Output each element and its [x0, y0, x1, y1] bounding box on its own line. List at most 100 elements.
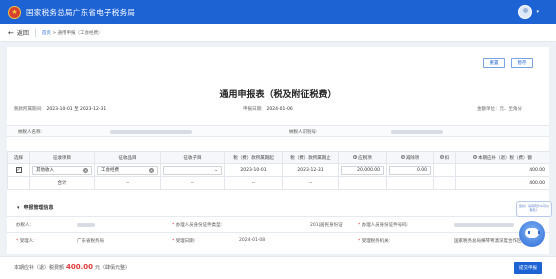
- section-header[interactable]: ▾ 申报管理信息: [7, 204, 549, 211]
- header-sub-item: 征收子目: [160, 151, 225, 164]
- handler-id-no-label: * 办理人员身份证件号码:: [358, 223, 409, 228]
- payable-summary-prefix: 本期应补（退）税费额: [14, 265, 65, 271]
- breadcrumb-current: 通用申报（工会经费）: [57, 30, 103, 36]
- top-bar: ★ 国家税务总局广东省电子税务局 ▾: [0, 0, 556, 24]
- taxpayer-id-label: 纳税人识别号:: [289, 130, 318, 135]
- chevron-down-icon: ⌄: [214, 167, 218, 173]
- taxpayer-info-row: 纳税人名称: 纳税人识别号:: [7, 125, 549, 137]
- user-avatar-icon[interactable]: [518, 5, 532, 19]
- receive-date-label-text: 受理日期:: [175, 239, 196, 244]
- declaration-date: 申报日期: 2024-01-06: [243, 106, 293, 112]
- header-category: 征收品目: [94, 151, 161, 164]
- handler-id-no-label-text: 办理人员身份证件号码:: [361, 223, 409, 228]
- receive-date-label: * 受理日期:: [172, 239, 196, 244]
- category-select[interactable]: 工会经费 ×: [97, 165, 158, 175]
- breadcrumb: 首页 > 通用申报（工会经费）: [42, 30, 103, 36]
- taxpayer-name-redacted: [110, 130, 192, 134]
- header-payable-label: 本期应补（退）税（费）额: [478, 155, 532, 161]
- taxable-value: 20,000.00: [357, 167, 380, 173]
- arrow-left-icon: ←: [8, 28, 14, 37]
- question-icon: ?: [353, 155, 358, 159]
- management-row-1: 办税人: * 办理人员身份证件类型: 201|居民身份证 * 办理人员身份证件号…: [7, 216, 549, 232]
- taxpayer-name-label: 纳税人名称:: [18, 130, 43, 135]
- payable-summary-amount: 400.00: [66, 263, 94, 271]
- total-dash: --: [224, 176, 283, 190]
- assistant-widget[interactable]: 您好！请问有什么可以帮您？: [512, 201, 552, 251]
- select-cell: ✓: [7, 163, 30, 177]
- breadcrumb-home[interactable]: 首页: [42, 31, 51, 36]
- tax-period-label: 税款所属期间:: [14, 107, 43, 112]
- payable-cell: 400.00: [455, 163, 549, 177]
- chevron-down-icon[interactable]: ▾: [536, 9, 539, 15]
- robot-assistant-icon[interactable]: [519, 221, 545, 247]
- assistant-bubble[interactable]: 您好！请问有什么可以帮您？: [516, 201, 552, 217]
- app-title: 国家税务总局广东省电子税务局: [26, 7, 136, 17]
- header-payable: ? 本期应补（退）税（费）额: [455, 151, 549, 164]
- amount-unit: 金额单位：元、至角分: [477, 107, 522, 112]
- row-checkbox[interactable]: ✓: [15, 167, 22, 173]
- total-dash: --: [94, 176, 161, 190]
- header-deduction: ? 减除项: [386, 151, 434, 164]
- form-title: 通用申报表（税及附征税费）: [219, 90, 337, 100]
- header-taxable-label: 应税项: [358, 155, 372, 161]
- management-row-2: * 受理人: 广东省税务局 * 受理日期: 2024-01-08 * 受理税务机…: [7, 232, 549, 248]
- period-start-cell: 2023-10-01: [224, 163, 283, 177]
- declaration-date-label: 申报日期:: [243, 107, 263, 112]
- save-draft-button[interactable]: 暂存: [511, 58, 533, 68]
- back-label: 返回: [16, 30, 29, 37]
- total-empty-cell: [433, 176, 456, 190]
- period-end-cell: 2023-12-31: [282, 163, 339, 177]
- deduction-input[interactable]: 0.00: [389, 165, 431, 175]
- deduction-cell: 0.00: [386, 163, 434, 177]
- declaration-card: 重置 暂存 通用申报表（税及附征税费） 税款所属期间: 2023-10-01 至 …: [7, 47, 549, 254]
- item-cell: 其他收入 ×: [29, 163, 95, 177]
- header-period-end: 税（费）款所属期止: [282, 151, 339, 164]
- receiver-label: * 受理人:: [16, 239, 35, 244]
- header-select: 选择: [7, 151, 30, 164]
- header-item: 征收项目: [29, 151, 95, 164]
- declaration-table: 选择 征收项目 征收品目 征收子目 税（费）款所属期起 税（费）款所属期止 ? 应…: [7, 151, 549, 190]
- category-cell: 工会经费 ×: [94, 163, 161, 177]
- receiver-value: 广东省税务局: [77, 239, 104, 244]
- handler-id-type-value: 201|居民身份证: [310, 223, 343, 228]
- taxpayer-id-redacted: [391, 130, 443, 134]
- category-value: 工会经费: [101, 168, 119, 173]
- receive-date-value: 2024-01-08: [239, 238, 266, 243]
- handler-id-type-label: * 办理人员身份证件类型:: [172, 223, 223, 228]
- handler-id-type-label-text: 办理人员身份证件类型:: [175, 223, 223, 228]
- total-dash: --: [160, 176, 225, 190]
- back-button[interactable]: ← 返回: [8, 28, 29, 38]
- total-empty-cell: [386, 176, 434, 190]
- table-row: ✓ 其他收入 × 工会经费 × ⌄ 2023-10-01 2023-12-31 20…: [7, 163, 549, 177]
- divider: [34, 28, 36, 37]
- chevron-down-icon: ▾: [17, 205, 20, 211]
- reset-button[interactable]: 重置: [483, 58, 505, 68]
- sub-item-select[interactable]: ⌄: [163, 165, 222, 175]
- tax-period: 税款所属期间: 2023-10-01 至 2023-12-31: [14, 106, 106, 112]
- tax-emblem-icon: ★: [8, 5, 21, 19]
- receive-org-label: * 受理税务机关:: [358, 239, 391, 244]
- handler-id-no-redacted: [454, 223, 514, 227]
- submit-button[interactable]: 提交申报: [514, 262, 542, 274]
- header-truncated: ? 扣: [433, 151, 456, 164]
- table-header-row: 选择 征收项目 征收品目 征收子目 税（费）款所属期起 税（费）款所属期止 ? 应…: [7, 151, 549, 164]
- clear-icon[interactable]: ×: [149, 167, 154, 173]
- receiver-label-text: 受理人:: [19, 239, 35, 244]
- total-payable: 400.00: [455, 176, 549, 190]
- item-value: 其他收入: [36, 168, 54, 173]
- handler-label: 办税人:: [16, 223, 32, 228]
- total-empty-cell: [338, 176, 387, 190]
- deduction-value: 0.00: [416, 167, 427, 173]
- declaration-date-value: 2024-01-06: [266, 107, 293, 112]
- navigation-bar: ← 返回 首页 > 通用申报（工会经费）: [0, 24, 556, 42]
- item-select[interactable]: 其他收入 ×: [32, 165, 92, 175]
- sub-item-cell: ⌄: [160, 163, 225, 177]
- total-dash: --: [282, 176, 339, 190]
- header-period-start: 税（费）款所属期起: [224, 151, 283, 164]
- bottom-bar: 本期应补（退）税费额 400.00 元（肆佰元整） 提交申报: [0, 256, 556, 279]
- taxable-input[interactable]: 20,000.00: [341, 165, 384, 175]
- table-total-row: 合计 -- -- -- -- 400.00: [7, 176, 549, 190]
- question-icon: ?: [439, 155, 444, 159]
- question-icon: ?: [400, 155, 405, 159]
- clear-icon[interactable]: ×: [83, 167, 88, 173]
